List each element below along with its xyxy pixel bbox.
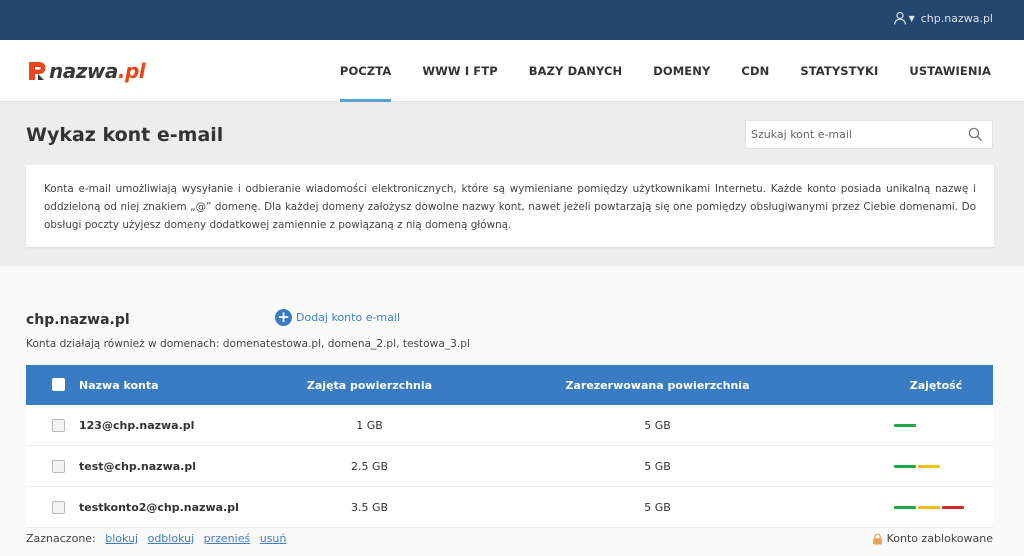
- usage-bar-segment: [942, 505, 964, 509]
- account-name[interactable]: 123@chp.nazwa.pl: [79, 419, 194, 432]
- selected-label: Zaznaczone:: [26, 532, 96, 545]
- usage-bar-segment: [894, 423, 916, 427]
- table-row[interactable]: 123@chp.nazwa.pl 1 GB 5 GB: [26, 405, 993, 446]
- reserved-space: 5 GB: [644, 459, 671, 473]
- nav-item-poczta[interactable]: POCZTA: [339, 40, 392, 102]
- add-account-button[interactable]: + Dodaj konto e-mail: [275, 309, 400, 326]
- used-space: 3.5 GB: [350, 500, 389, 514]
- nav-item-cdn[interactable]: CDN: [741, 40, 769, 102]
- logo-name: nazwa: [49, 59, 118, 83]
- plus-icon: +: [275, 309, 292, 326]
- row-checkbox[interactable]: [52, 460, 65, 473]
- nav-item-ustawienia[interactable]: USTAWIENIA: [909, 40, 991, 102]
- logo-tld: .pl: [117, 59, 146, 83]
- bulk-actions: Zaznaczone: blokuj odblokuj przenieś usu…: [26, 532, 993, 545]
- account-name[interactable]: testkonto2@chp.nazwa.pl: [79, 501, 239, 514]
- header-name[interactable]: Nazwa konta: [79, 379, 159, 392]
- header-usage[interactable]: Zajętość: [886, 379, 986, 392]
- account-name[interactable]: test@chp.nazwa.pl: [79, 460, 196, 473]
- row-checkbox[interactable]: [52, 419, 65, 432]
- usage-bar-segment: [918, 464, 940, 468]
- nav-item-www-ftp[interactable]: WWW I FTP: [422, 40, 497, 102]
- used-space: 1 GB: [356, 418, 383, 432]
- user-icon: [893, 11, 906, 25]
- nav-menu: POCZTA WWW I FTP BAZY DANYCH DOMENY CDN …: [309, 40, 991, 102]
- domain-aliases: Konta działają również w domenach: domen…: [26, 338, 470, 350]
- header-reserved[interactable]: Zarezerwowana powierzchnia: [501, 379, 814, 392]
- action-delete-link[interactable]: usuń: [260, 532, 287, 545]
- top-bar: ▼ chp.nazwa.pl: [0, 0, 1024, 40]
- row-checkbox[interactable]: [52, 501, 65, 514]
- usage-bar-segment: [894, 505, 916, 509]
- main-navbar: nazwa.pl POCZTA WWW I FTP BAZY DANYCH DO…: [0, 40, 1024, 102]
- domain-title: chp.nazwa.pl: [26, 312, 130, 328]
- select-all-checkbox[interactable]: [52, 378, 65, 391]
- action-move-link[interactable]: przenieś: [204, 532, 251, 545]
- table-header: Nazwa konta Zajęta powierzchnia Zarezerw…: [26, 365, 993, 405]
- table-row[interactable]: test@chp.nazwa.pl 2.5 GB 5 GB: [26, 446, 993, 487]
- info-description: Konta e-mail umożliwiają wysyłanie i odb…: [26, 165, 994, 247]
- usage-indicator: [894, 464, 994, 468]
- search-box: [745, 120, 993, 149]
- nav-item-statystyki[interactable]: STATYSTYKI: [800, 40, 878, 102]
- table-row[interactable]: testkonto2@chp.nazwa.pl 3.5 GB 5 GB: [26, 487, 993, 528]
- page-title: Wykaz kont e-mail: [26, 124, 224, 146]
- add-account-label: Dodaj konto e-mail: [296, 311, 401, 324]
- used-space: 2.5 GB: [350, 459, 389, 473]
- accounts-section: chp.nazwa.pl + Dodaj konto e-mail Konta …: [0, 266, 1024, 556]
- action-block-link[interactable]: blokuj: [105, 532, 138, 545]
- locked-legend: Konto zablokowane: [872, 532, 993, 545]
- search-icon[interactable]: [968, 127, 983, 142]
- usage-indicator: [894, 505, 994, 509]
- search-input[interactable]: [746, 121, 956, 148]
- usage-bar-segment: [918, 505, 940, 509]
- page-header: Wykaz kont e-mail Konta e-mail umożliwia…: [0, 103, 1024, 266]
- reserved-space: 5 GB: [644, 418, 671, 432]
- action-unblock-link[interactable]: odblokuj: [148, 532, 195, 545]
- header-used[interactable]: Zajęta powierzchnia: [266, 379, 473, 392]
- usage-bar-segment: [894, 464, 916, 468]
- nav-item-bazy-danych[interactable]: BAZY DANYCH: [529, 40, 623, 102]
- logo[interactable]: nazwa.pl: [27, 59, 146, 83]
- account-label: chp.nazwa.pl: [920, 11, 993, 25]
- locked-label: Konto zablokowane: [886, 532, 993, 545]
- usage-indicator: [894, 423, 994, 427]
- account-menu[interactable]: ▼ chp.nazwa.pl: [893, 11, 993, 25]
- lock-icon: [872, 533, 882, 544]
- nazwa-logo-icon: [29, 62, 46, 80]
- reserved-space: 5 GB: [644, 500, 671, 514]
- chevron-down-icon: ▼: [908, 13, 915, 23]
- nav-item-domeny[interactable]: DOMENY: [653, 40, 710, 102]
- accounts-table: Nazwa konta Zajęta powierzchnia Zarezerw…: [26, 365, 993, 528]
